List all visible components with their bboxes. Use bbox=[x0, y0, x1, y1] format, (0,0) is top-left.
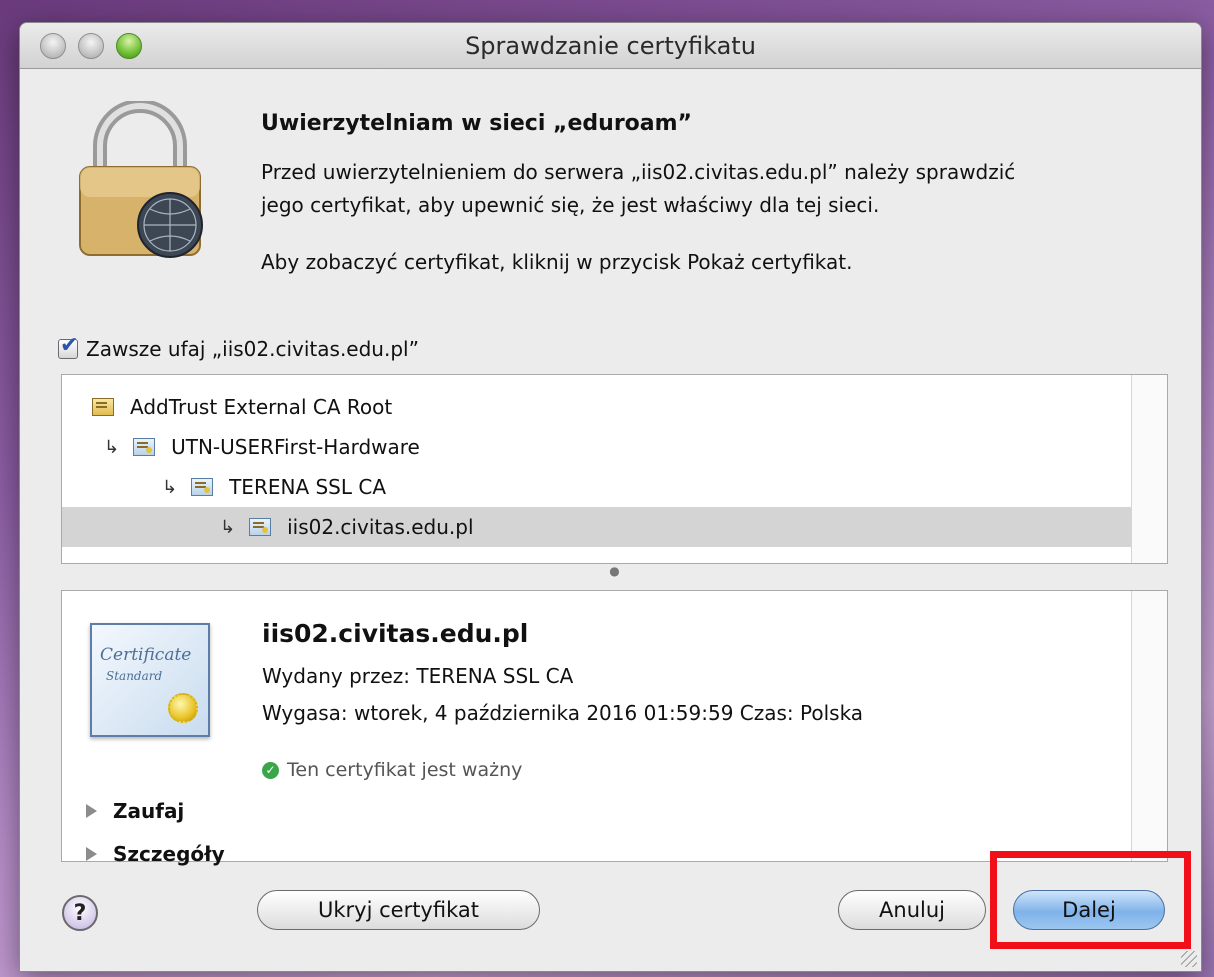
tree-row-label: UTN-USERFirst-Hardware bbox=[171, 435, 420, 459]
validity-status-text: Ten certyfikat jest ważny bbox=[287, 759, 523, 781]
certificate-detail-panel: Certificate Standard iis02.civitas.edu.p… bbox=[61, 590, 1168, 866]
seal-icon bbox=[168, 693, 198, 723]
resize-grip[interactable] bbox=[1181, 951, 1197, 967]
certificate-image-subtext: Standard bbox=[106, 669, 163, 683]
expiry-date: Wygasa: wtorek, 4 października 2016 01:5… bbox=[262, 701, 864, 725]
validity-status: ✓ Ten certyfikat jest ważny bbox=[262, 759, 522, 781]
tree-row-root[interactable]: AddTrust External CA Root bbox=[62, 387, 1132, 427]
disclosure-label: Zaufaj bbox=[113, 799, 185, 823]
always-trust-row[interactable]: Zawsze ufaj „iis02.civitas.edu.pl” bbox=[58, 333, 419, 361]
padlock-icon bbox=[79, 101, 203, 258]
child-arrow-icon: ↳ bbox=[220, 516, 236, 538]
disclosure-triangle-icon bbox=[86, 847, 97, 861]
description-line: jego certyfikat, aby upewnić się, że jes… bbox=[261, 193, 880, 217]
tree-row-intermediate-2[interactable]: ↳ TERENA SSL CA bbox=[62, 467, 1132, 507]
annotation-highlight-box bbox=[990, 851, 1191, 949]
certificate-icon bbox=[191, 478, 214, 496]
title-bar: Sprawdzanie certyfikatu bbox=[20, 23, 1201, 69]
hide-certificate-button[interactable]: Ukryj certyfikat bbox=[257, 890, 540, 930]
tree-scrollbar[interactable] bbox=[1131, 375, 1167, 563]
tree-row-label: iis02.civitas.edu.pl bbox=[287, 515, 474, 539]
certificate-image: Certificate Standard bbox=[90, 623, 210, 737]
detail-scrollbar[interactable] bbox=[1131, 591, 1167, 861]
window-title: Sprawdzanie certyfikatu bbox=[465, 32, 756, 60]
certificate-name: iis02.civitas.edu.pl bbox=[262, 619, 529, 648]
cancel-button[interactable]: Anuluj bbox=[838, 890, 986, 930]
certificate-chain-tree: AddTrust External CA Root ↳ UTN-USERFirs… bbox=[61, 374, 1168, 564]
check-circle-icon: ✓ bbox=[262, 761, 279, 779]
root-certificate-icon bbox=[92, 398, 114, 416]
certificate-icon bbox=[133, 438, 156, 456]
child-arrow-icon: ↳ bbox=[162, 476, 178, 498]
child-arrow-icon: ↳ bbox=[104, 436, 120, 458]
disclosure-label: Szczegóły bbox=[113, 842, 225, 866]
certificate-dialog: Sprawdzanie certyfikatu Uwierzytelniam w… bbox=[19, 22, 1202, 972]
dialog-description: Przed uwierzytelnieniem do serwera „iis0… bbox=[261, 156, 1161, 222]
certificate-image-text: Certificate bbox=[100, 645, 192, 665]
tree-row-label: AddTrust External CA Root bbox=[130, 395, 393, 419]
dialog-instruction: Aby zobaczyć certyfikat, kliknij w przyc… bbox=[261, 250, 853, 274]
issued-by: Wydany przez: TERENA SSL CA bbox=[262, 664, 574, 688]
always-trust-label: Zawsze ufaj „iis02.civitas.edu.pl” bbox=[86, 337, 419, 361]
tree-row-leaf[interactable]: ↳ iis02.civitas.edu.pl bbox=[62, 507, 1132, 547]
help-button[interactable]: ? bbox=[62, 895, 98, 931]
certificate-icon bbox=[249, 518, 272, 536]
always-trust-checkbox[interactable] bbox=[58, 333, 78, 359]
disclosure-triangle-icon bbox=[86, 804, 97, 818]
tree-row-intermediate-1[interactable]: ↳ UTN-USERFirst-Hardware bbox=[62, 427, 1132, 467]
trust-disclosure[interactable]: Zaufaj bbox=[86, 799, 184, 823]
description-line: Przed uwierzytelnieniem do serwera „iis0… bbox=[261, 160, 1016, 184]
dialog-heading: Uwierzytelniam w sieci „eduroam” bbox=[261, 111, 693, 136]
tree-row-label: TERENA SSL CA bbox=[229, 475, 387, 499]
details-disclosure[interactable]: Szczegóły bbox=[86, 842, 225, 866]
split-view-divider[interactable]: ● bbox=[61, 564, 1168, 590]
